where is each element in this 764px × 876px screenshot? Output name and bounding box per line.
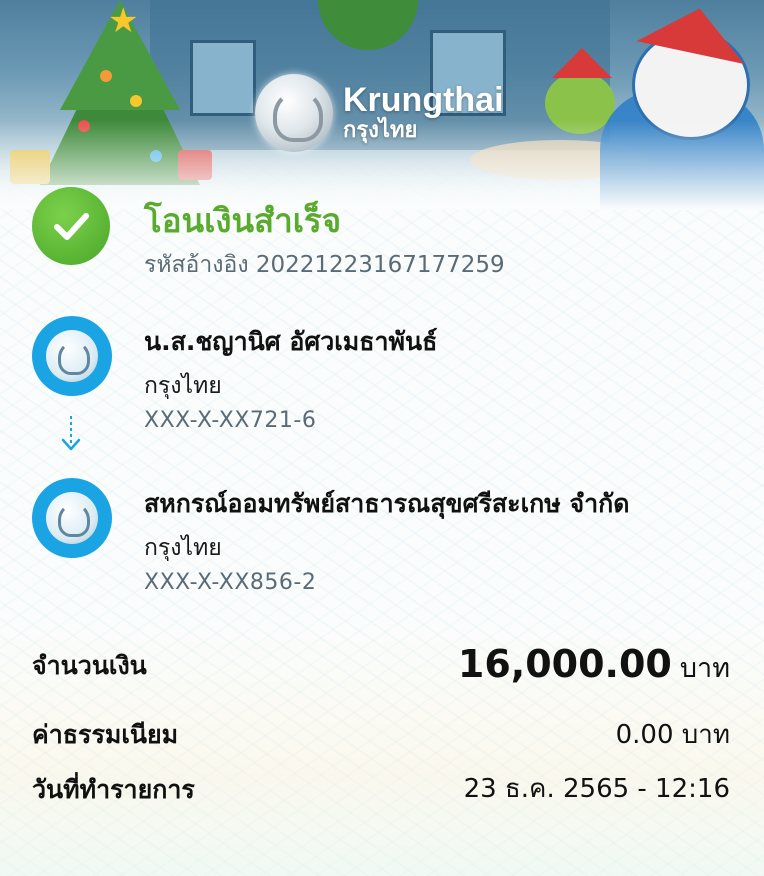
star-icon: ★ xyxy=(108,1,139,41)
receiver-name: สหกรณ์ออมทรัพย์สาธารณสุขศรีสะเกษ จำกัด xyxy=(144,489,630,518)
ornament xyxy=(130,95,142,107)
reference-line: รหัสอ้างอิง 20221223167177259 xyxy=(144,247,505,283)
fee-label: ค่าธรรมเนียม xyxy=(32,720,179,749)
amount-label: จำนวนเงิน xyxy=(32,651,147,680)
fee-value: 0.00 บาท xyxy=(615,720,730,750)
sender-account: XXX-X-XX721-6 xyxy=(144,408,317,433)
date-label: วันที่ทำรายการ xyxy=(32,775,195,804)
amount-unit: บาท xyxy=(679,653,730,684)
arrow-down-icon xyxy=(61,416,81,451)
krungthai-bank-icon xyxy=(32,316,112,396)
receiver-bank: กรุงไทย xyxy=(144,535,222,561)
brand-text: Krungthai กรุงไทย xyxy=(343,82,504,144)
krungthai-bank-icon xyxy=(32,478,112,558)
ornament xyxy=(100,70,112,82)
reference-label: รหัสอ้างอิง xyxy=(144,252,249,278)
receiver-account: XXX-X-XX856-2 xyxy=(144,570,317,595)
brand-name-en: Krungthai xyxy=(343,81,504,119)
status-title: โอนเงินสำเร็จ xyxy=(144,201,342,240)
reference-number: 20221223167177259 xyxy=(255,252,505,278)
date-value: 23 ธ.ค. 2565 - 12:16 xyxy=(463,774,730,804)
amount-value-row: 16,000.00 บาท xyxy=(458,642,730,689)
check-circle-icon xyxy=(32,187,110,265)
brand-name-th: กรุงไทย xyxy=(343,118,418,143)
sender-bank: กรุงไทย xyxy=(144,373,222,399)
santa-hat xyxy=(552,48,612,78)
amount-value: 16,000.00 xyxy=(457,642,672,686)
krungthai-logo-icon xyxy=(255,74,333,152)
header-banner: ★ Krungthai กรุงไทย xyxy=(0,0,764,210)
brand-logo: Krungthai กรุงไทย xyxy=(255,74,504,152)
sender-name: น.ส.ชญานิศ อัศวเมธาพันธ์ xyxy=(144,327,438,356)
